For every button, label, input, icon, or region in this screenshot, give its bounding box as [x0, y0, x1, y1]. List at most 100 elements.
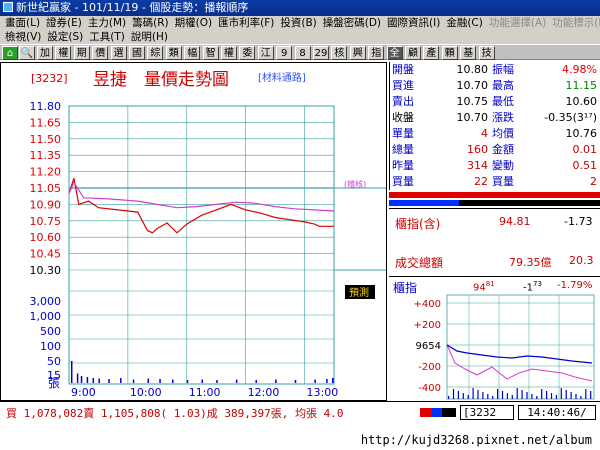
menu-item-3[interactable]: 籌碼(R) — [129, 16, 172, 30]
search-icon[interactable]: 🔍 — [19, 46, 35, 60]
volume-tick-label: 3,000 — [30, 295, 62, 308]
volume-bar — [201, 379, 203, 383]
mini-volume-bar — [565, 390, 567, 399]
toolbar-button-6[interactable]: 綜 — [147, 46, 164, 60]
toolbar-button-2[interactable]: 期 — [73, 46, 90, 60]
mini-volume-bar — [516, 388, 518, 399]
toolbar-button-10[interactable]: 權 — [221, 46, 237, 60]
quote-value: 10.70 — [456, 79, 489, 92]
quote-row: 買進 10.70 最高 11.15 — [390, 78, 600, 94]
toolbar-button-4[interactable]: 選 — [110, 46, 127, 60]
toolbar-button-7[interactable]: 類 — [165, 46, 182, 60]
status-indicator-black — [442, 408, 456, 417]
volume-tick-label: 50 — [47, 355, 61, 368]
volume-bar — [86, 377, 89, 383]
menu-item-6[interactable]: 投資(B) — [277, 16, 319, 30]
status-indicator-red — [420, 408, 432, 417]
volume-tick-label: 500 — [40, 325, 61, 338]
toolbar-button-15[interactable]: 29 — [313, 46, 329, 60]
volume-unit: 張 — [48, 376, 60, 390]
mini-volume-bar — [550, 393, 553, 399]
price-tick-label: 10.60 — [30, 231, 62, 244]
volume-bar — [332, 378, 334, 383]
menu-item-11[interactable]: 功能標示(E) — [549, 16, 600, 30]
quote-row: 賣出 10.75 最低 10.60 — [390, 94, 600, 110]
toolbar-button-11[interactable]: 委 — [239, 46, 256, 60]
mini-volume-bar — [555, 395, 557, 399]
home-icon[interactable]: ⌂ — [2, 46, 18, 60]
mini-tick-label: +400 — [414, 299, 441, 310]
price-tick-label: 11.80 — [30, 100, 62, 113]
mini-tick-label: -200 — [418, 362, 441, 373]
quote-label: 單量 — [392, 127, 414, 140]
quote-value: 4 — [481, 127, 488, 140]
mini-volume-bar — [487, 394, 489, 399]
price-tick-label: 10.45 — [30, 248, 62, 261]
mini-value: 9481 — [473, 280, 495, 293]
menu2-item-0[interactable]: 檢視(V) — [2, 30, 44, 44]
menu2-item-3[interactable]: 說明(H) — [128, 30, 171, 44]
mini-volume-bar — [448, 396, 450, 399]
quote-row: 收盤 10.70 漲跌 -0.35(3¹⁷) — [390, 110, 600, 126]
toolbar-button-23[interactable]: 基 — [460, 46, 477, 60]
mini-volume-bar — [501, 391, 504, 399]
mini-volume-bar — [560, 388, 562, 399]
menu-item-4[interactable]: 期權(O) — [172, 16, 215, 30]
quote-value: 22 — [474, 175, 488, 188]
mini-tick-label: +200 — [414, 320, 441, 331]
quote-row: 買量 22 買量 2 — [390, 174, 600, 190]
toolbar-button-18[interactable]: 指 — [368, 46, 385, 60]
menu-item-7[interactable]: 操盤密碼(D) — [320, 16, 384, 30]
mini-volume-bar — [511, 395, 513, 399]
toolbar-button-3[interactable]: 價 — [92, 46, 109, 60]
stock-code-input[interactable]: [3232 — [460, 405, 514, 420]
quote-label: 總量 — [392, 143, 414, 156]
bid-bar — [389, 192, 600, 198]
toolbar-button-5[interactable]: 國 — [129, 46, 145, 60]
menu2-item-1[interactable]: 設定(S) — [44, 30, 86, 44]
menu-item-10[interactable]: 功能選擇(A) — [486, 16, 549, 30]
menu-item-5[interactable]: 匯市利率(F) — [215, 16, 277, 30]
volume-bar — [255, 380, 257, 383]
index-mini-chart: 櫃指 9481 -173 -1.79% +400 +200 9654 -200 -400 — [389, 276, 600, 401]
clock-display: 14:40:46/ — [518, 405, 596, 420]
toolbar-button-24[interactable]: 技 — [478, 46, 495, 60]
volume-bar — [92, 378, 95, 383]
toolbar-button-1[interactable]: 權 — [55, 46, 72, 60]
time-tick-label: 10:00 — [130, 386, 162, 399]
menu-item-0[interactable]: 畫面(L) — [2, 16, 43, 30]
toolbar-button-14[interactable]: 8 — [294, 46, 311, 60]
toolbar-button-0[interactable]: 加 — [37, 46, 53, 60]
menu-item-9[interactable]: 金融(C) — [443, 16, 486, 30]
menu2-item-2[interactable]: 工具(T) — [86, 30, 128, 44]
toolbar-button-19[interactable]: 全 — [386, 46, 403, 60]
menu-item-8[interactable]: 國際資訊(I) — [384, 16, 443, 30]
time-tick-label: 11:00 — [189, 386, 221, 399]
mini-pct: -1.79% — [557, 280, 593, 291]
toolbar-button-22[interactable]: 顆 — [441, 46, 458, 60]
status-summary: 買 1,078,082賣 1,105,808( 1.03)成 389,397張,… — [6, 407, 344, 420]
toolbar-button-16[interactable]: 核 — [331, 46, 348, 60]
material-tag: [材料通路] — [258, 71, 306, 84]
average-price-line — [68, 181, 335, 212]
plot-frame — [68, 105, 335, 385]
mini-volume-bar — [452, 389, 455, 399]
menu-item-2[interactable]: 主力(M) — [85, 16, 129, 30]
volume-bar — [294, 380, 297, 383]
quote-value: 160 — [467, 143, 488, 156]
mini-volume-bar — [541, 389, 543, 399]
toolbar-button-8[interactable]: 幅 — [184, 46, 201, 60]
toolbar-button-21[interactable]: 產 — [423, 46, 440, 60]
toolbar-button-9[interactable]: 智 — [202, 46, 219, 60]
ask-bar — [389, 200, 459, 206]
toolbar-button-20[interactable]: 顧 — [405, 46, 421, 60]
time-tick-label: 12:00 — [248, 386, 280, 399]
toolbar-button-12[interactable]: 江 — [257, 46, 274, 60]
toolbar-button-13[interactable]: 9 — [276, 46, 293, 60]
menu-item-1[interactable]: 證券(E) — [43, 16, 85, 30]
mini-volume-bar — [482, 392, 484, 399]
menu-row-secondary: 檢視(V) 設定(S) 工具(T) 說明(H) — [2, 30, 171, 44]
toolbar-button-17[interactable]: 興 — [349, 46, 366, 60]
price-tick-label: 11.65 — [30, 116, 62, 129]
stock-name: 昱捷 — [93, 70, 127, 90]
